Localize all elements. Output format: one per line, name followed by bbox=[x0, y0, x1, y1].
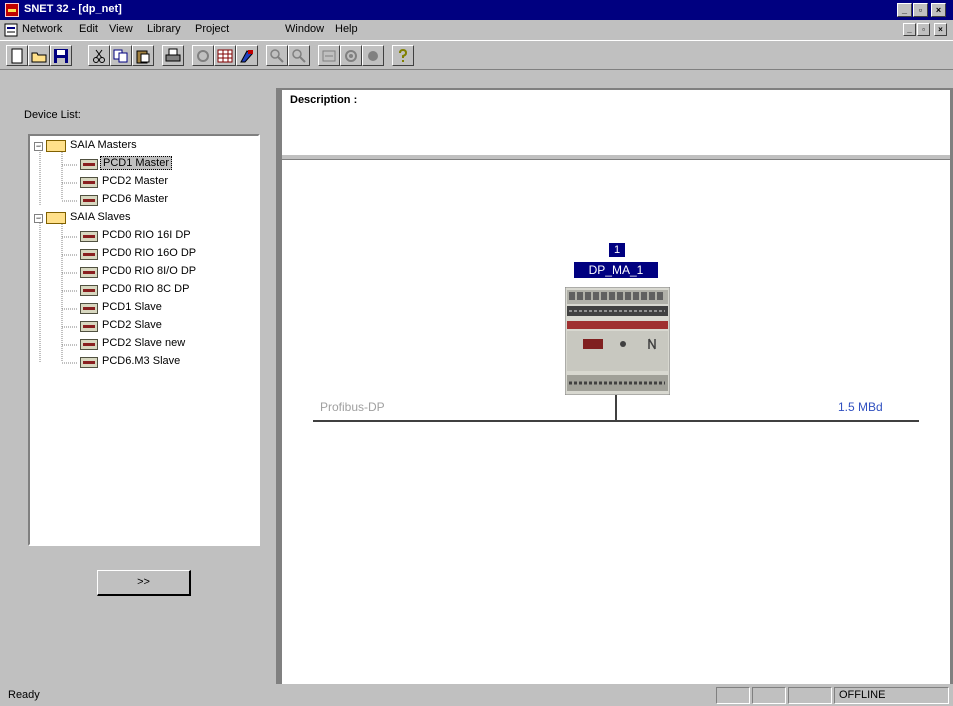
paste-icon bbox=[136, 50, 150, 64]
app-icon[interactable] bbox=[5, 3, 19, 17]
refresh-icon bbox=[197, 50, 209, 62]
zoom-in-button[interactable] bbox=[266, 45, 288, 66]
description-panel[interactable] bbox=[282, 90, 950, 154]
device-list-label: Device List: bbox=[24, 109, 81, 121]
device-tree[interactable]: − SAIA Masters PCD1 Master PCD2 Master P… bbox=[28, 134, 260, 546]
profibus-line[interactable] bbox=[313, 420, 919, 422]
paint-icon bbox=[240, 50, 253, 63]
bus-drop-line bbox=[615, 395, 617, 421]
cut-icon bbox=[93, 49, 105, 63]
description-label: Description : bbox=[290, 94, 358, 106]
zoom-out-icon bbox=[292, 49, 306, 63]
record-button[interactable] bbox=[362, 45, 384, 66]
minimize-button[interactable]: _ bbox=[897, 3, 912, 17]
tree-item-label: PCD2 Slave bbox=[102, 319, 162, 331]
help-button[interactable] bbox=[392, 45, 414, 66]
help-icon bbox=[399, 48, 408, 62]
open-icon bbox=[31, 52, 47, 63]
status-pane bbox=[716, 687, 750, 704]
status-pane bbox=[752, 687, 786, 704]
open-button[interactable] bbox=[28, 45, 50, 66]
copy-icon bbox=[113, 49, 128, 63]
bus-name-label: Profibus-DP bbox=[320, 400, 385, 414]
refresh-button[interactable] bbox=[192, 45, 214, 66]
copy-button[interactable] bbox=[110, 45, 132, 66]
tree-item-label: PCD6 Master bbox=[102, 193, 169, 205]
status-bar: Ready OFFLINE bbox=[0, 684, 953, 706]
cut-button[interactable] bbox=[88, 45, 110, 66]
mdi-restore-button[interactable]: ▫ bbox=[917, 23, 930, 36]
node-address-badge[interactable]: 1 bbox=[609, 243, 625, 257]
title-bar: SNET 32 - [dp_net] _ ▫ × bbox=[0, 0, 953, 20]
toolbar bbox=[0, 40, 953, 70]
tree-item-label: PCD0 RIO 8I/O DP bbox=[102, 265, 197, 277]
mdi-minimize-button[interactable]: _ bbox=[903, 23, 916, 36]
zoom-out-button[interactable] bbox=[288, 45, 310, 66]
save-icon bbox=[54, 49, 68, 63]
print-icon bbox=[165, 48, 181, 62]
menu-help[interactable]: Help bbox=[335, 23, 358, 35]
new-icon bbox=[11, 48, 23, 64]
status-text: Ready bbox=[8, 689, 40, 701]
grid-icon bbox=[217, 49, 233, 63]
network-canvas[interactable] bbox=[282, 160, 950, 684]
document-icon[interactable] bbox=[4, 23, 18, 37]
record-icon bbox=[368, 51, 378, 61]
tree-item-label: PCD1 Master bbox=[100, 156, 173, 170]
grid-button[interactable] bbox=[214, 45, 236, 66]
mdi-close-button[interactable]: × bbox=[934, 23, 947, 36]
tree-item-label: PCD2 Slave new bbox=[102, 337, 186, 349]
menu-project[interactable]: Project bbox=[195, 23, 229, 35]
tree-item-label: PCD6.M3 Slave bbox=[102, 355, 181, 367]
save-button[interactable] bbox=[50, 45, 72, 66]
paste-button[interactable] bbox=[132, 45, 154, 66]
close-button[interactable]: × bbox=[931, 3, 946, 17]
tree-item-label: PCD2 Master bbox=[102, 175, 169, 187]
menu-edit[interactable]: Edit bbox=[79, 23, 98, 35]
tree-item-label: PCD0 RIO 16I DP bbox=[102, 229, 191, 241]
menu-view[interactable]: View bbox=[109, 23, 133, 35]
tree-item-label: PCD0 RIO 16O DP bbox=[102, 247, 197, 259]
connection-mode: OFFLINE bbox=[834, 687, 949, 704]
node-name-badge[interactable]: DP_MA_1 bbox=[574, 262, 658, 278]
tree-item-label: PCD0 RIO 8C DP bbox=[102, 283, 190, 295]
status-pane bbox=[788, 687, 832, 704]
zoom-in-icon bbox=[270, 49, 284, 63]
connect-button[interactable] bbox=[318, 45, 340, 66]
tree-lines bbox=[39, 145, 78, 364]
connect-icon bbox=[322, 50, 336, 62]
menu-library[interactable]: Library bbox=[147, 23, 181, 35]
settings-icon bbox=[345, 50, 357, 62]
print-button[interactable] bbox=[162, 45, 184, 66]
bus-speed-label: 1.5 MBd bbox=[838, 400, 883, 414]
new-button[interactable] bbox=[6, 45, 28, 66]
add-device-button[interactable]: >> bbox=[97, 570, 191, 596]
menu-network[interactable]: Network bbox=[22, 23, 62, 35]
paint-button[interactable] bbox=[236, 45, 258, 66]
pcd1-master-device[interactable] bbox=[565, 287, 670, 395]
window-title: SNET 32 - [dp_net] bbox=[24, 3, 122, 15]
menu-bar: Network Edit View Library Project Window… bbox=[0, 20, 953, 40]
menu-window[interactable]: Window bbox=[285, 23, 324, 35]
maximize-button[interactable]: ▫ bbox=[913, 3, 928, 17]
settings-button[interactable] bbox=[340, 45, 362, 66]
tree-item-label: PCD1 Slave bbox=[102, 301, 162, 313]
